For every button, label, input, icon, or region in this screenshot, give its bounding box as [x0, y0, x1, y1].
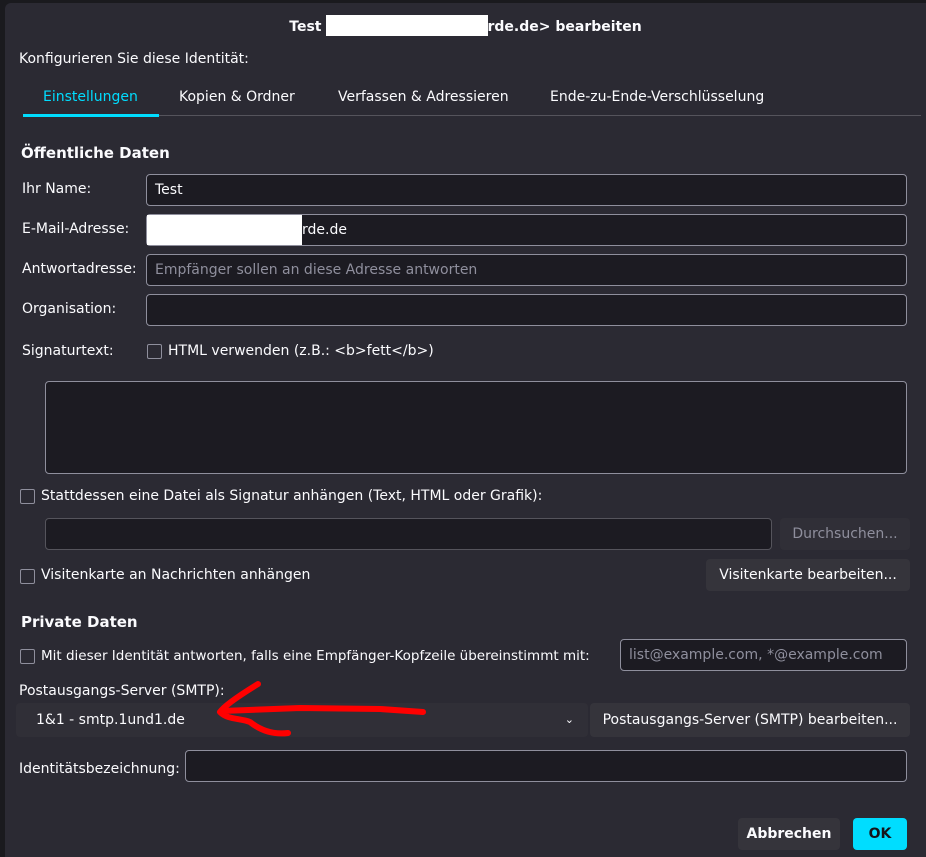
red-arrow-annotation [217, 681, 426, 737]
